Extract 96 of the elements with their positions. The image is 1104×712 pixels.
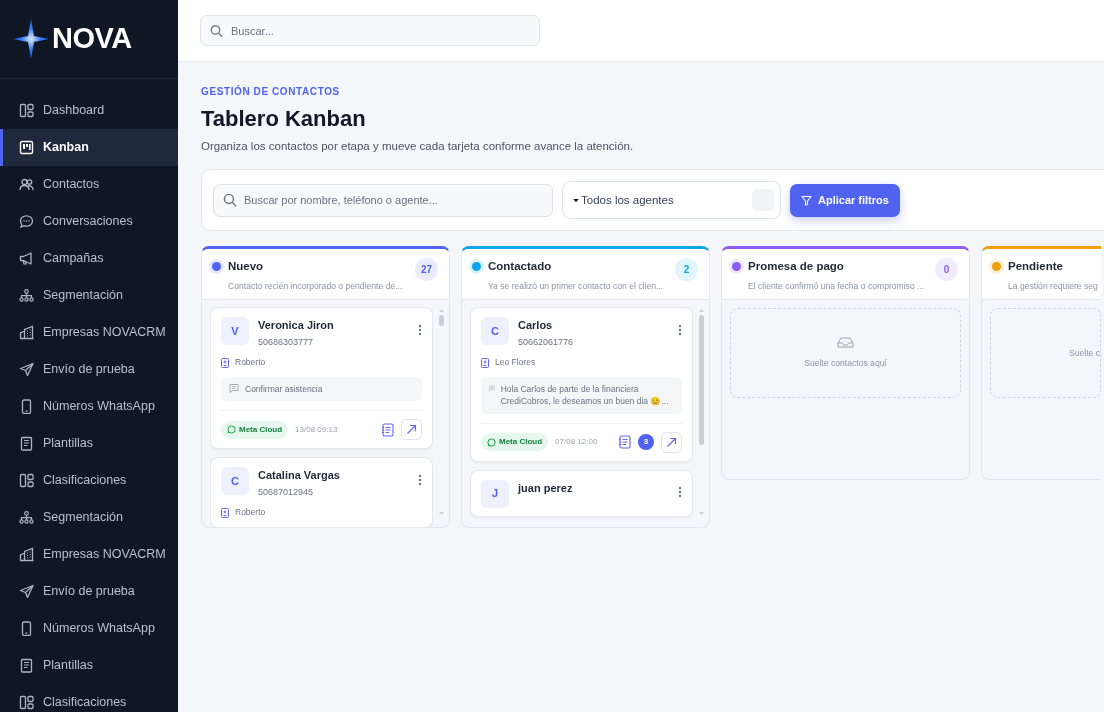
- sidebar-item[interactable]: Números WhatsApp: [0, 388, 178, 425]
- comment-count-badge: 3: [638, 434, 654, 451]
- avatar-initial: V: [221, 317, 249, 346]
- comment-icon: [229, 383, 239, 393]
- document-icon: [19, 436, 34, 451]
- smartphone-icon: [19, 399, 34, 414]
- megaphone-icon: [19, 251, 34, 266]
- sidebar-item[interactable]: Segmentación: [0, 277, 178, 314]
- more-options-icon[interactable]: [418, 474, 422, 487]
- column-description: El cliente confirmó una fecha o compromiso ...: [748, 279, 925, 293]
- sidebar-item[interactable]: Kanban: [0, 129, 178, 166]
- arrow-icon: [406, 424, 417, 436]
- count-badge: 27: [415, 258, 438, 282]
- sidebar-item[interactable]: Campañas: [0, 240, 178, 277]
- notes-icon[interactable]: [618, 435, 631, 450]
- agent-name: Leo Flores: [495, 356, 536, 369]
- people-icon: [19, 177, 34, 192]
- send-icon: [19, 362, 34, 377]
- badge-icon: [221, 507, 229, 518]
- chat-icon: [19, 214, 34, 229]
- contact-name: Catalina Vargas: [258, 468, 340, 484]
- drop-hint: Suelte c: [1068, 346, 1100, 360]
- document-icon: [19, 658, 34, 673]
- search-icon: [210, 24, 223, 37]
- arrow-icon: [666, 436, 677, 448]
- column-description: Contacto recién incorporado o pendiente de...: [228, 279, 403, 293]
- note-text: Hola Carlos de parte de la financiera CrediCobros, le deseamos un buen dia 😊...: [500, 383, 670, 408]
- contact-name: Carlos: [518, 318, 554, 334]
- sidebar-item[interactable]: Plantillas: [0, 425, 178, 462]
- page-title: Tablero Kanban: [201, 105, 367, 133]
- comment-icon: [489, 383, 495, 393]
- sidebar-item[interactable]: Empresas NOVACRM: [0, 536, 178, 573]
- more-options-icon[interactable]: [678, 486, 682, 499]
- filter-icon: [801, 194, 812, 206]
- sidebar-item[interactable]: Números WhatsApp: [0, 610, 178, 647]
- channel-tag: Meta Cloud: [221, 420, 289, 439]
- open-contact-button[interactable]: [401, 419, 422, 441]
- column-title: Contactado: [488, 259, 553, 275]
- smartphone-icon: [19, 621, 34, 636]
- contact-search-field[interactable]: Buscar por nombre, teléfono o agente...: [213, 183, 553, 217]
- avatar-initial: C: [221, 467, 249, 496]
- sidebar-item[interactable]: Clasificaciones: [0, 684, 178, 712]
- contact-phone: 50687012945: [258, 485, 315, 499]
- dashboard-icon: [19, 103, 34, 118]
- contact-name: Veronica Jiron: [258, 318, 334, 334]
- column-title: Promesa de pago: [748, 259, 845, 275]
- sidebar-item[interactable]: Dashboard: [0, 92, 178, 129]
- more-options-icon[interactable]: [418, 324, 422, 336]
- send-icon: [19, 584, 34, 599]
- search-field[interactable]: Buscar...: [200, 15, 540, 46]
- hierarchy-icon: [19, 510, 34, 525]
- channel-tag: Meta Cloud: [481, 433, 549, 452]
- count-badge: 0: [935, 258, 958, 282]
- kanban-icon: [19, 140, 34, 155]
- dashboard-icon: [19, 695, 34, 710]
- apply-filters-button[interactable]: Aplicar filtros: [790, 183, 900, 217]
- hierarchy-icon: [19, 288, 34, 303]
- badge-icon: [221, 357, 229, 368]
- brand-logo-text: NOVA: [52, 21, 132, 57]
- avatar-initial: J: [481, 479, 509, 508]
- drop-hint: Suelte contactos aquí: [804, 356, 887, 370]
- sidebar-item[interactable]: Envío de prueba: [0, 573, 178, 610]
- open-contact-button[interactable]: [661, 431, 682, 453]
- more-options-icon[interactable]: [678, 324, 682, 336]
- column-title: Pendiente: [1008, 259, 1064, 275]
- agent-name: Roberto: [235, 506, 266, 520]
- sidebar-item[interactable]: Segmentación: [0, 499, 178, 536]
- note-text: Confirmar asistencia: [245, 383, 323, 396]
- column-title: Nuevo: [228, 259, 265, 275]
- column-description: La gestión requiere seg: [1008, 279, 1098, 293]
- sidebar-item[interactable]: Empresas NOVACRM: [0, 314, 178, 351]
- dashboard-icon: [19, 473, 34, 488]
- building-icon: [19, 325, 34, 340]
- sidebar-item[interactable]: Contactos: [0, 166, 178, 203]
- avatar-initial: C: [481, 317, 509, 346]
- card-date: 13/08 09:13: [295, 423, 338, 436]
- badge-icon: [481, 357, 489, 368]
- agent-name: Roberto: [235, 356, 266, 369]
- inbox-icon: [837, 336, 854, 348]
- contact-phone: 50662061776: [518, 335, 574, 349]
- sidebar-item[interactable]: Envío de prueba: [0, 351, 178, 388]
- caret-icon: [573, 197, 579, 203]
- search-icon: [223, 193, 237, 208]
- sidebar-item[interactable]: Clasificaciones: [0, 462, 178, 499]
- contact-name: juan perez: [518, 480, 573, 496]
- agent-select[interactable]: Todos los agentes: [562, 181, 781, 220]
- sidebar-item[interactable]: Plantillas: [0, 647, 178, 684]
- card-date: 07/08 12:00: [555, 436, 598, 449]
- column-description: Ya se realizó un primer contacto con el clien...: [488, 279, 664, 293]
- count-badge: 2: [675, 258, 698, 282]
- sidebar-item[interactable]: Conversaciones: [0, 203, 178, 240]
- contact-phone: 50686303777: [258, 335, 315, 349]
- notes-icon[interactable]: [381, 422, 394, 437]
- building-icon: [19, 547, 34, 562]
- section-eyebrow: GESTIÓN DE CONTACTOS: [201, 84, 341, 99]
- page-subtitle: Organiza los contactos por etapa y mueve cada tarjeta conforme avance la atención.: [201, 139, 635, 154]
